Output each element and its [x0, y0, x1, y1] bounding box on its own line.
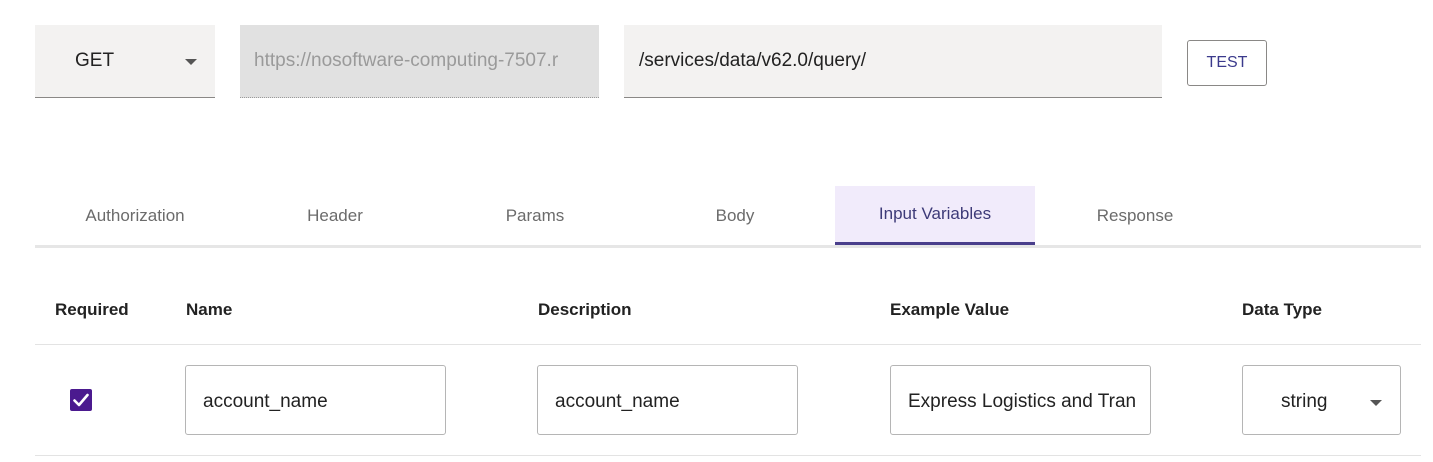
- name-value: account_name: [203, 391, 328, 412]
- chevron-down-icon: [1370, 400, 1382, 406]
- column-header-required: Required: [55, 300, 129, 319]
- description-value: account_name: [555, 391, 680, 412]
- example-value-input[interactable]: Express Logistics and Tran: [890, 365, 1151, 435]
- data-type-select[interactable]: string: [1242, 365, 1401, 435]
- required-checkbox[interactable]: [70, 389, 92, 411]
- tab-params[interactable]: Params: [435, 186, 635, 245]
- chevron-down-icon: [185, 59, 197, 65]
- tab-bar: Authorization Header Params Body Input V…: [35, 186, 1421, 248]
- example-value: Express Logistics and Tran: [908, 391, 1137, 412]
- name-input[interactable]: account_name: [185, 365, 446, 435]
- row-divider: [35, 455, 1421, 456]
- data-type-value: string: [1281, 391, 1328, 412]
- checkmark-icon: [73, 393, 89, 407]
- column-header-name: Name: [186, 300, 233, 319]
- tab-response[interactable]: Response: [1035, 186, 1235, 245]
- path-value: /services/data/v62.0/query/: [639, 50, 867, 71]
- column-header-data-type: Data Type: [1242, 300, 1322, 319]
- tab-body[interactable]: Body: [635, 186, 835, 245]
- method-select[interactable]: GET: [35, 25, 215, 98]
- method-value: GET: [75, 50, 115, 71]
- tab-authorization[interactable]: Authorization: [35, 186, 235, 245]
- base-url-field: https://nosoftware-computing-7507.r: [240, 25, 599, 98]
- column-header-example-value: Example Value: [890, 300, 1010, 319]
- description-input[interactable]: account_name: [537, 365, 798, 435]
- tab-input-variables[interactable]: Input Variables: [835, 186, 1035, 245]
- tab-header[interactable]: Header: [235, 186, 435, 245]
- path-input[interactable]: /services/data/v62.0/query/: [624, 25, 1162, 98]
- column-header-description: Description: [538, 300, 632, 319]
- test-button[interactable]: TEST: [1187, 40, 1267, 86]
- header-divider: [35, 344, 1421, 345]
- base-url-value: https://nosoftware-computing-7507.r: [254, 50, 559, 71]
